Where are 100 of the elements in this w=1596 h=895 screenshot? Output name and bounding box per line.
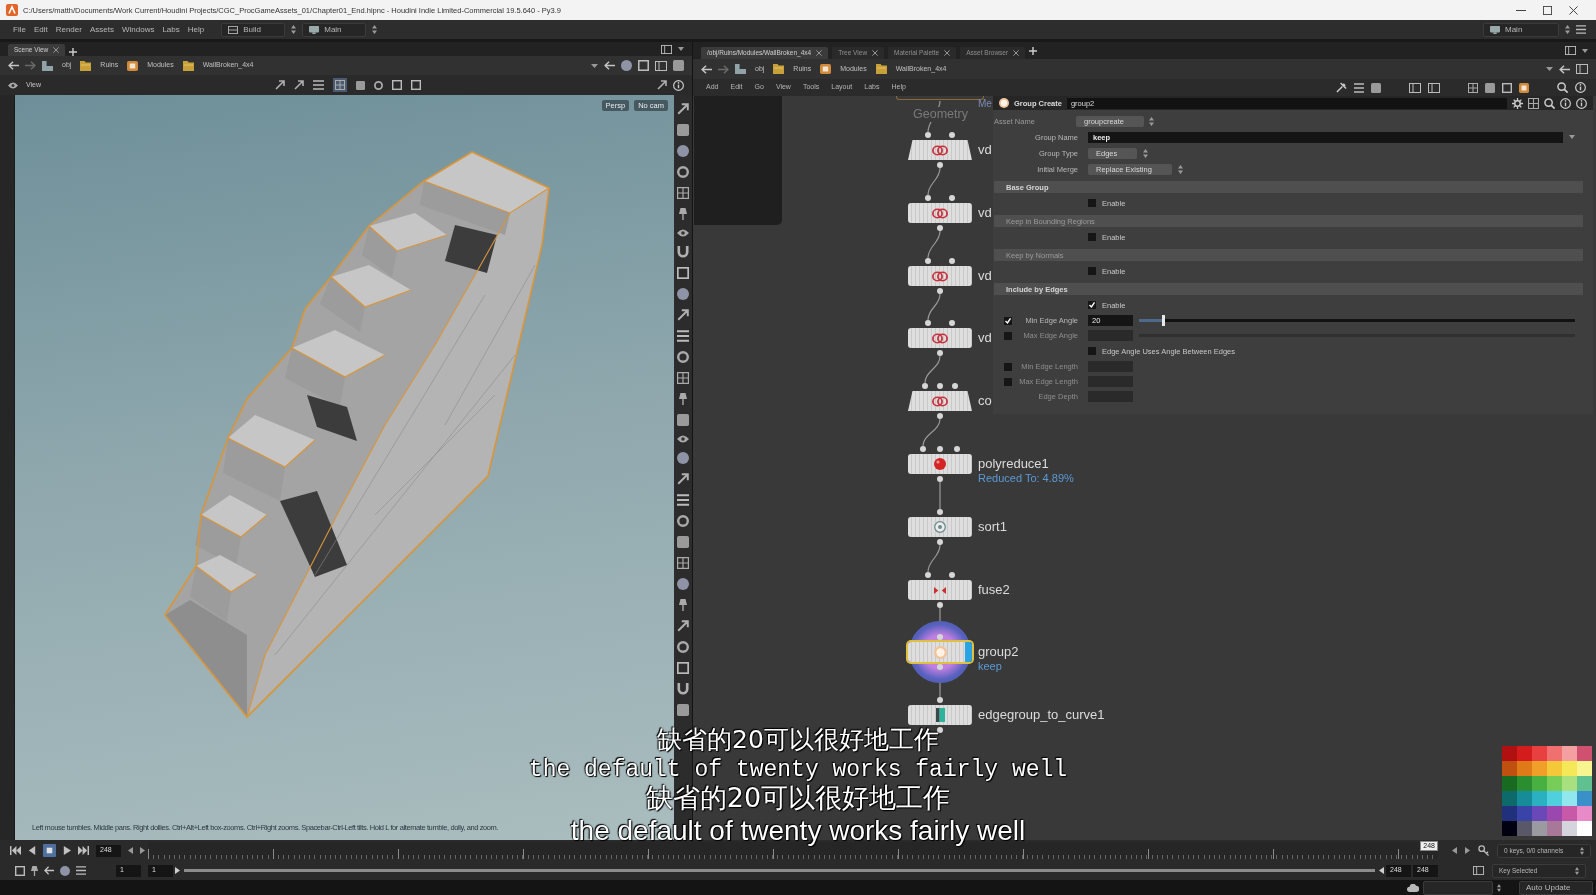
port-icon[interactable] [937, 413, 943, 419]
color-swatch[interactable] [1517, 761, 1532, 776]
network-node[interactable] [908, 517, 972, 537]
color-swatch[interactable] [1517, 806, 1532, 821]
port-icon[interactable] [937, 727, 943, 733]
eye-icon[interactable] [677, 435, 689, 443]
block-icon[interactable] [42, 60, 53, 71]
port-icon[interactable] [925, 258, 931, 264]
pin-icon[interactable] [679, 393, 687, 405]
port-icon[interactable] [952, 383, 958, 389]
close-icon[interactable] [816, 50, 823, 56]
help-icon[interactable] [1576, 97, 1587, 109]
menu-icon[interactable] [1576, 25, 1586, 34]
magnet-icon[interactable] [677, 683, 689, 695]
forward-arrow-icon[interactable] [718, 64, 729, 74]
color-swatch[interactable] [1502, 746, 1517, 761]
grid-icon[interactable] [1528, 97, 1539, 109]
search-icon[interactable] [1544, 97, 1555, 109]
port-icon[interactable] [949, 195, 955, 201]
arrow-icon[interactable] [657, 80, 667, 90]
menu-item[interactable]: Windows [118, 24, 158, 35]
frame-icon[interactable] [677, 662, 689, 674]
color-swatch[interactable] [1562, 821, 1577, 836]
box-icon[interactable] [1519, 82, 1529, 93]
back-arrow-icon[interactable] [604, 61, 615, 70]
arrow-icon[interactable] [677, 620, 689, 632]
circle-icon[interactable] [60, 865, 70, 876]
forward-arrow-icon[interactable] [25, 61, 36, 70]
square-icon[interactable] [677, 536, 689, 548]
stop-icon[interactable] [43, 844, 56, 857]
menu-item[interactable]: Edit [30, 24, 51, 35]
menu-icon[interactable] [677, 494, 689, 506]
frame-icon[interactable] [392, 80, 403, 90]
frame-icon[interactable] [15, 865, 25, 876]
color-swatch[interactable] [1547, 821, 1562, 836]
square-icon[interactable] [677, 414, 689, 426]
color-swatch[interactable] [1532, 821, 1547, 836]
menu-item[interactable]: Help [184, 24, 208, 35]
ring-icon[interactable] [677, 166, 689, 178]
color-swatch[interactable] [1547, 746, 1562, 761]
port-icon[interactable] [925, 195, 931, 201]
slider-thumb[interactable] [1162, 315, 1166, 326]
panel-icon[interactable] [1565, 46, 1576, 55]
frame-icon[interactable] [638, 60, 649, 71]
box-icon[interactable] [127, 60, 139, 71]
color-swatch[interactable] [1532, 806, 1547, 821]
color-swatch[interactable] [1562, 746, 1577, 761]
caret-icon[interactable] [678, 47, 684, 51]
updown-arrows-icon[interactable] [1497, 883, 1501, 892]
close-icon[interactable] [944, 50, 951, 56]
step-back-icon[interactable] [28, 846, 36, 855]
updown-arrows-icon[interactable] [372, 25, 378, 34]
menu-item[interactable]: Labs [159, 24, 183, 35]
port-icon[interactable] [922, 383, 928, 389]
updown-arrows-icon[interactable] [1149, 116, 1155, 126]
color-swatch[interactable] [1517, 821, 1532, 836]
range-track[interactable] [184, 869, 1375, 872]
network-node[interactable] [908, 140, 972, 160]
arrow-icon[interactable] [275, 80, 286, 90]
search-icon[interactable] [1557, 82, 1568, 93]
shelf-set-dropdown[interactable]: Build [221, 22, 286, 37]
pin-icon[interactable] [679, 599, 687, 611]
color-swatch[interactable] [1517, 746, 1532, 761]
square-icon[interactable] [1371, 82, 1381, 93]
checkbox[interactable] [1088, 233, 1096, 241]
plus-icon[interactable] [69, 48, 78, 56]
back-arrow-icon[interactable] [1559, 64, 1570, 74]
color-swatch[interactable] [1562, 806, 1577, 821]
checkbox[interactable] [1088, 267, 1096, 275]
ring-icon[interactable] [677, 351, 689, 363]
checkbox[interactable] [1088, 199, 1096, 207]
network-node[interactable] [908, 580, 972, 600]
frame-icon[interactable] [677, 267, 689, 279]
back-arrow-icon[interactable] [8, 61, 19, 70]
color-swatch[interactable] [1547, 776, 1562, 791]
port-icon[interactable] [954, 446, 960, 452]
color-swatch[interactable] [1562, 776, 1577, 791]
caret-icon[interactable] [1546, 67, 1553, 71]
arrow-icon[interactable] [677, 309, 689, 321]
ring-icon[interactable] [677, 641, 689, 653]
menu-icon[interactable] [677, 330, 689, 342]
network-node[interactable] [908, 705, 972, 725]
folder-icon[interactable] [80, 60, 92, 71]
circle-icon[interactable] [677, 452, 689, 464]
close-icon[interactable] [872, 50, 879, 56]
caret-icon[interactable] [1569, 135, 1575, 139]
square-icon[interactable] [356, 80, 366, 90]
port-icon[interactable] [937, 162, 943, 168]
color-swatch[interactable] [1577, 746, 1592, 761]
grid-icon[interactable] [677, 372, 689, 384]
folder-icon[interactable] [875, 64, 887, 74]
color-swatch[interactable] [1502, 821, 1517, 836]
arrow-icon[interactable] [294, 80, 305, 90]
box-icon[interactable] [820, 64, 832, 74]
help-icon[interactable] [673, 79, 684, 91]
square-icon[interactable] [677, 124, 689, 136]
port-icon[interactable] [925, 320, 931, 326]
color-swatch[interactable] [1502, 791, 1517, 806]
caret-icon[interactable] [1582, 48, 1588, 53]
port-icon[interactable] [937, 446, 943, 452]
